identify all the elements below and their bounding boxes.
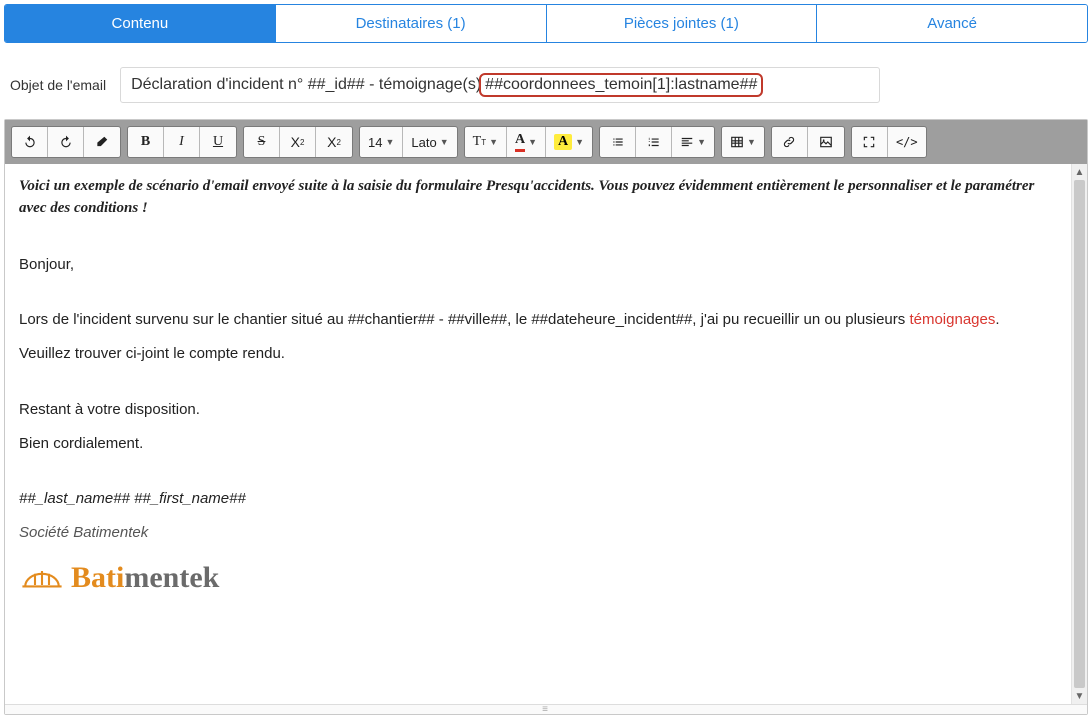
editor-toolbar: B I U S X2 X2 14▼ Lato▼ TT▼ A▼ A▼ ▼ [5,120,1087,164]
image-icon [819,135,833,149]
greeting-text: Bonjour, [19,254,1057,276]
subject-row: Objet de l'email Déclaration d'incident … [4,61,1088,119]
erase-format-button[interactable] [84,127,120,157]
fullscreen-icon [862,135,876,149]
table-icon [730,135,744,149]
signature-name: ##_last_name## ##_first_name## [19,488,1057,510]
italic-button[interactable]: I [164,127,200,157]
eraser-icon [95,135,109,149]
undo-button[interactable] [12,127,48,157]
tab-avance[interactable]: Avancé [817,5,1087,42]
tab-bar: Contenu Destinataires (1) Pièces jointes… [4,4,1088,43]
strike-button[interactable]: S [244,127,280,157]
font-family-select[interactable]: Lato▼ [403,127,456,157]
paragraph-attachment: Veuillez trouver ci-joint le compte rend… [19,343,1057,365]
paragraph-incident: Lors de l'incident survenu sur le chanti… [19,309,1057,331]
logo-text-orange: Bati [71,561,124,594]
align-icon [680,135,694,149]
font-size-value: 14 [368,135,382,150]
align-button[interactable]: ▼ [672,127,714,157]
vertical-scrollbar[interactable]: ▲ ▼ [1071,164,1087,704]
bold-button[interactable]: B [128,127,164,157]
helmet-icon [19,564,65,592]
logo-text-grey: mentek [124,561,219,594]
underline-button[interactable]: U [200,127,236,157]
redo-button[interactable] [48,127,84,157]
tab-destinataires[interactable]: Destinataires (1) [276,5,547,42]
ol-icon [647,135,661,149]
subscript-button[interactable]: X2 [316,127,352,157]
paragraph-dispo: Restant à votre disposition. [19,399,1057,421]
tab-label: Avancé [927,15,977,32]
tab-pieces-jointes[interactable]: Pièces jointes (1) [547,5,818,42]
subject-input[interactable]: Déclaration d'incident n° ##_id## - témo… [120,67,880,103]
tab-label: Destinataires (1) [356,15,466,32]
link-button[interactable] [772,127,808,157]
font-size-select[interactable]: 14▼ [360,127,403,157]
code-view-button[interactable]: </> [888,127,926,157]
scroll-down-arrow[interactable]: ▼ [1072,688,1087,704]
image-button[interactable] [808,127,844,157]
signature-company: Société Batimentek [19,522,1057,544]
company-logo: Batimentek [19,556,1057,600]
tab-label: Pièces jointes (1) [624,15,739,32]
highlight-word: témoignages [909,311,995,328]
paragraph-format-button[interactable]: TT▼ [465,127,507,157]
undo-icon [23,135,37,149]
tab-label: Contenu [112,15,169,32]
editor-body[interactable]: Voici un exemple de scénario d'email env… [5,164,1071,704]
table-button[interactable]: ▼ [722,127,764,157]
editor: B I U S X2 X2 14▼ Lato▼ TT▼ A▼ A▼ ▼ [4,119,1088,715]
subject-value-highlight: ##coordonnees_temoin[1]:lastname## [479,73,763,97]
redo-icon [59,135,73,149]
subject-value-prefix: Déclaration d'incident n° ##_id## - témo… [131,76,481,94]
scroll-thumb[interactable] [1074,180,1085,688]
text-color-button[interactable]: A▼ [507,127,546,157]
ul-icon [611,135,625,149]
intro-text: Voici un exemple de scénario d'email env… [19,176,1057,220]
paragraph-closing: Bien cordialement. [19,433,1057,455]
ordered-list-button[interactable] [636,127,672,157]
resize-handle[interactable]: ≡ [5,704,1087,714]
tab-contenu[interactable]: Contenu [5,5,276,42]
link-icon [782,135,796,149]
scroll-up-arrow[interactable]: ▲ [1072,164,1087,180]
bg-color-button[interactable]: A▼ [546,127,592,157]
superscript-button[interactable]: X2 [280,127,316,157]
fullscreen-button[interactable] [852,127,888,157]
subject-label: Objet de l'email [10,77,106,93]
unordered-list-button[interactable] [600,127,636,157]
font-family-value: Lato [411,135,436,150]
